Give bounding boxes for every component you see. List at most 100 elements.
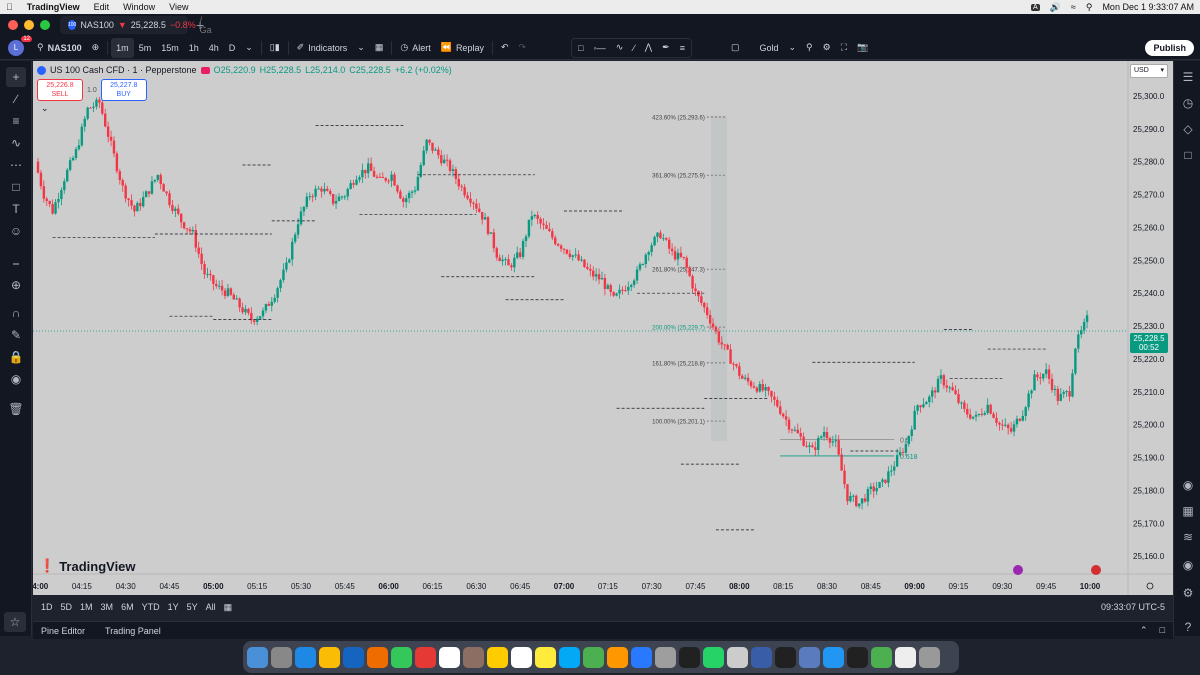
ruler-icon[interactable]: ⎯ [6,253,26,273]
dock-settings-icon[interactable] [655,646,676,668]
dock-notes-icon[interactable] [463,646,484,668]
dock-terminal-icon[interactable] [775,646,796,668]
volume-icon[interactable]: 🔊 [1050,2,1061,13]
text-tool-icon[interactable]: T [6,199,26,219]
interval-dropdown-chevron-icon[interactable]: ⌄ [240,38,258,58]
hotlist-icon[interactable]: ◉ [1178,475,1198,495]
range-ytd[interactable]: YTD [142,602,160,612]
trend-line-tool-icon[interactable]: ∕ [6,89,26,109]
object-tree-star-icon[interactable]: ☆ [4,612,26,632]
compare-plus-icon[interactable]: ⊕ [87,38,105,58]
dock-numbers-icon[interactable] [583,646,604,668]
zoom-in-icon[interactable]: ⊕ [6,275,26,295]
dock-utility-icon[interactable] [871,646,892,668]
crosshair-icon[interactable]: + [6,67,26,87]
dock-calculator-icon[interactable] [727,646,748,668]
dock-mail-icon[interactable] [535,646,556,668]
minimize-window-button[interactable] [24,20,34,30]
interval-d[interactable]: D [224,38,241,58]
help-icon[interactable]: ? [1178,617,1198,637]
redo-icon[interactable]: ↷ [514,38,532,58]
dock-calendar-icon[interactable] [415,646,436,668]
dock-pages-icon[interactable] [607,646,628,668]
eye-icon[interactable]: ◉ [6,369,26,389]
dock-keynote-icon[interactable] [559,646,580,668]
path-tool-icon[interactable]: ∿ [616,42,624,53]
notifications-icon[interactable]: ◉ [1178,555,1198,575]
datetime[interactable]: Mon Dec 1 9:33:07 AM [1102,2,1194,12]
dock-launchpad-icon[interactable] [271,646,292,668]
calendar-icon[interactable]: ▦ [1178,501,1198,521]
apple-icon[interactable]:  [6,2,13,12]
chart-area[interactable]: 25,300.0 25,290.0 25,280.0 25,270.0 25,260.0… [28,61,1173,595]
dock-photos-icon[interactable] [367,646,388,668]
dock-terminal-2-icon[interactable] [847,646,868,668]
dock-reminders-icon[interactable] [487,646,508,668]
dock-quicktime-icon[interactable] [823,646,844,668]
range-1y[interactable]: 1Y [168,602,179,612]
quick-search-icon[interactable]: ⚲ [801,38,818,58]
alert-button[interactable]: ◷ Alert [395,38,435,58]
menu-view[interactable]: View [169,2,188,12]
range-5y[interactable]: 5Y [187,602,198,612]
fib-retracement-tool-icon[interactable]: ≡ [6,111,26,131]
alerts-clock-icon[interactable]: ◷ [1178,93,1198,113]
clock-timezone[interactable]: 09:33:07 UTC-5 [1101,602,1165,612]
fib-tool-icon[interactable]: ≡ [680,43,685,53]
camera-icon[interactable]: 📷 [852,38,873,58]
candles-icon[interactable]: ▯▮ [265,38,285,58]
expand-panel-chevron-up-icon[interactable]: ⌃ [1140,625,1148,636]
maximize-panel-icon[interactable]: □ [1160,625,1165,636]
input-source-icon[interactable]: A [1031,3,1040,11]
range-6m[interactable]: 6M [121,602,134,612]
range-1m[interactable]: 1M [80,602,93,612]
magnet-icon[interactable]: ∩ [6,303,26,323]
currency-select[interactable]: USD ▾ [1130,64,1168,78]
tab-pine-editor[interactable]: Pine Editor [41,626,85,636]
trend-line-icon[interactable]: ∕ [633,43,635,53]
dom-icon[interactable]: ⚙ [1178,583,1198,603]
layout-name[interactable]: Gold [754,38,783,58]
menu-edit[interactable]: Edit [94,2,110,12]
settings-gear-icon[interactable]: ⚙ [818,38,836,58]
dock-maps-icon[interactable] [343,646,364,668]
dock-whatsapp-icon[interactable] [703,646,724,668]
dock-facetime-icon[interactable] [391,646,412,668]
rectangle-tool-icon[interactable]: □ [578,43,583,53]
dock-contacts-icon[interactable] [439,646,460,668]
watchlist-icon[interactable]: ☰ [1178,67,1198,87]
geometric-shapes-icon[interactable]: □ [6,177,26,197]
range-5d[interactable]: 5D [61,602,73,612]
range-1d[interactable]: 1D [41,602,53,612]
brush-tool-icon[interactable]: ✒ [662,42,670,53]
layers-icon[interactable]: ◇ [1178,119,1198,139]
tab-trading-panel[interactable]: Trading Panel [105,626,161,636]
tab-nas100[interactable]: 100 NAS100 ▼ 25,228.5 −0.8% / Ga [60,15,212,35]
dock-tradingview-icon[interactable] [679,646,700,668]
lock-icon[interactable]: 🔒 [6,347,26,367]
news-icon[interactable]: ≋ [1178,527,1198,547]
layout-chevron-down-icon[interactable]: ⌄ [783,38,801,58]
publish-button[interactable]: Publish [1145,39,1194,56]
menu-app-name[interactable]: TradingView [27,2,80,12]
dock-freeform-icon[interactable] [511,646,532,668]
fullscreen-icon[interactable]: ⛶ [836,38,852,58]
buy-button[interactable]: 25,227.8 BUY [100,79,147,101]
dock-finder-icon[interactable] [247,646,268,668]
dock-trash-icon[interactable] [919,646,940,668]
collapse-legend-chevron-icon[interactable]: ⌄ [41,103,49,114]
interval-5m[interactable]: 5m [134,38,157,58]
interval-1h[interactable]: 1h [184,38,204,58]
horizontal-ray-icon[interactable]: ◦— [593,43,605,53]
goto-date-icon[interactable]: ▦ [224,602,233,613]
menu-window[interactable]: Window [123,2,155,12]
symbol-search[interactable]: ⚲ NAS100 [32,38,87,58]
trash-icon[interactable]: 🗑 [6,399,26,419]
wifi-icon[interactable]: ≈ [1071,2,1076,12]
range-3m[interactable]: 3M [101,602,114,612]
dock-chrome-icon[interactable] [319,646,340,668]
interval-4h[interactable]: 4h [204,38,224,58]
zoom-window-button[interactable] [40,20,50,30]
indicators-button[interactable]: ✐ Indicators ⌄ [292,38,370,58]
dock-files-icon[interactable] [895,646,916,668]
